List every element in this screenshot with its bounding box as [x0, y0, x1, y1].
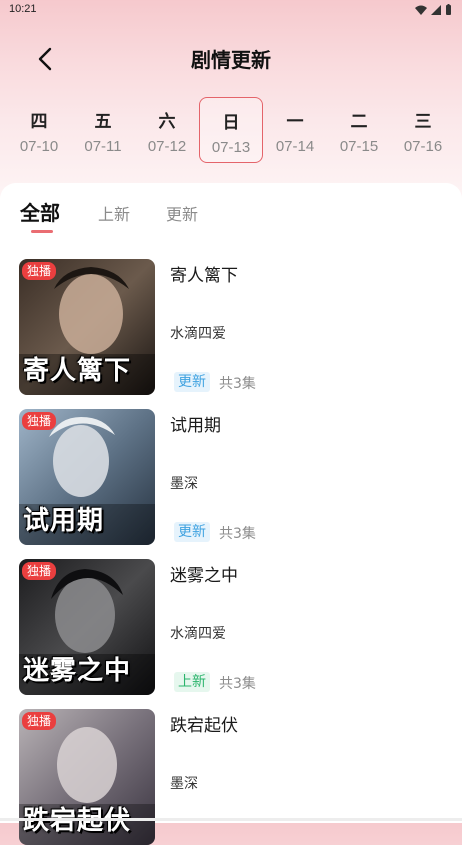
item-title[interactable]: 寄人篱下 — [170, 261, 238, 286]
day-date: 07-13 — [211, 139, 251, 156]
status-badge: 更新 — [174, 522, 210, 542]
cover-image[interactable]: 独播 跌宕起伏 — [19, 709, 155, 845]
exclusive-badge: 独播 — [22, 712, 57, 730]
day-date: 07-12 — [147, 138, 187, 155]
list-item[interactable]: 独播 试用期 试用期 墨深 更新 共3集 — [0, 409, 462, 545]
day-date: 07-10 — [19, 138, 59, 155]
status-badge: 更新 — [174, 372, 210, 392]
day-sun[interactable]: 日 07-13 — [199, 97, 263, 163]
item-title[interactable]: 跌宕起伏 — [170, 711, 238, 736]
status-badge: 上新 — [174, 672, 210, 692]
cover-title: 迷雾之中 — [23, 656, 132, 686]
item-author: 墨深 — [170, 476, 198, 492]
day-fri[interactable]: 五 07-11 — [71, 97, 135, 163]
item-title[interactable]: 试用期 — [170, 411, 221, 436]
tab-indicator — [31, 230, 53, 233]
tab-updated[interactable]: 更新 — [166, 201, 198, 225]
tab-all[interactable]: 全部 — [20, 197, 60, 226]
day-date: 07-11 — [84, 138, 122, 155]
day-tue[interactable]: 二 07-15 — [327, 97, 391, 163]
header: 剧情更新 — [0, 22, 462, 92]
day-weekday: 二 — [350, 112, 368, 132]
cover-title: 寄人篱下 — [23, 356, 132, 386]
exclusive-badge: 独播 — [22, 262, 57, 280]
cover-image[interactable]: 独播 试用期 — [19, 409, 155, 545]
day-weekday: 四 — [30, 112, 48, 132]
page-title: 剧情更新 — [191, 48, 271, 72]
item-author: 水滴四爱 — [170, 326, 226, 342]
list-item[interactable]: 独播 寄人篱下 寄人篱下 水滴四爱 更新 共3集 — [0, 259, 462, 395]
content-panel: 全部 上新 更新 独播 寄人篱下 寄人篱下 水滴四爱 更新 共3集 独播 试用期… — [0, 183, 462, 845]
day-date: 07-14 — [275, 138, 315, 155]
day-weekday: 一 — [286, 112, 304, 132]
exclusive-badge: 独播 — [22, 562, 57, 580]
day-thu[interactable]: 四 07-10 — [7, 97, 71, 163]
tab-new[interactable]: 上新 — [98, 201, 130, 225]
item-author: 墨深 — [170, 776, 198, 792]
exclusive-badge: 独播 — [22, 412, 57, 430]
status-icons — [415, 4, 452, 15]
day-weekday: 三 — [414, 112, 432, 132]
episode-count: 共3集 — [219, 526, 256, 542]
filter-tabs: 全部 上新 更新 — [0, 183, 462, 239]
item-author: 水滴四爱 — [170, 626, 226, 642]
cover-title: 试用期 — [23, 506, 105, 536]
cover-image[interactable]: 独播 寄人篱下 — [19, 259, 155, 395]
episode-count: 共3集 — [219, 376, 256, 392]
episode-count: 共3集 — [219, 676, 256, 692]
item-title[interactable]: 迷雾之中 — [170, 561, 238, 586]
day-weekday: 五 — [94, 112, 112, 132]
day-weekday: 六 — [158, 112, 176, 132]
day-sat[interactable]: 六 07-12 — [135, 97, 199, 163]
date-selector: 四 07-10 五 07-11 六 07-12 日 07-13 一 07-14 … — [7, 97, 455, 165]
day-weekday: 日 — [222, 113, 240, 133]
list-item[interactable]: 独播 迷雾之中 迷雾之中 水滴四爱 上新 共3集 — [0, 559, 462, 695]
list-item[interactable]: 独播 跌宕起伏 跌宕起伏 墨深 — [0, 709, 462, 845]
day-wed[interactable]: 三 07-16 — [391, 97, 455, 163]
day-mon[interactable]: 一 07-14 — [263, 97, 327, 163]
status-bar: 10:21 — [0, 0, 462, 22]
signal-icon — [431, 4, 441, 15]
cover-image[interactable]: 独播 迷雾之中 — [19, 559, 155, 695]
day-date: 07-16 — [403, 138, 443, 155]
battery-icon — [446, 4, 451, 15]
status-time: 10:21 — [9, 3, 37, 15]
wifi-icon — [415, 5, 427, 15]
day-date: 07-15 — [339, 138, 379, 155]
